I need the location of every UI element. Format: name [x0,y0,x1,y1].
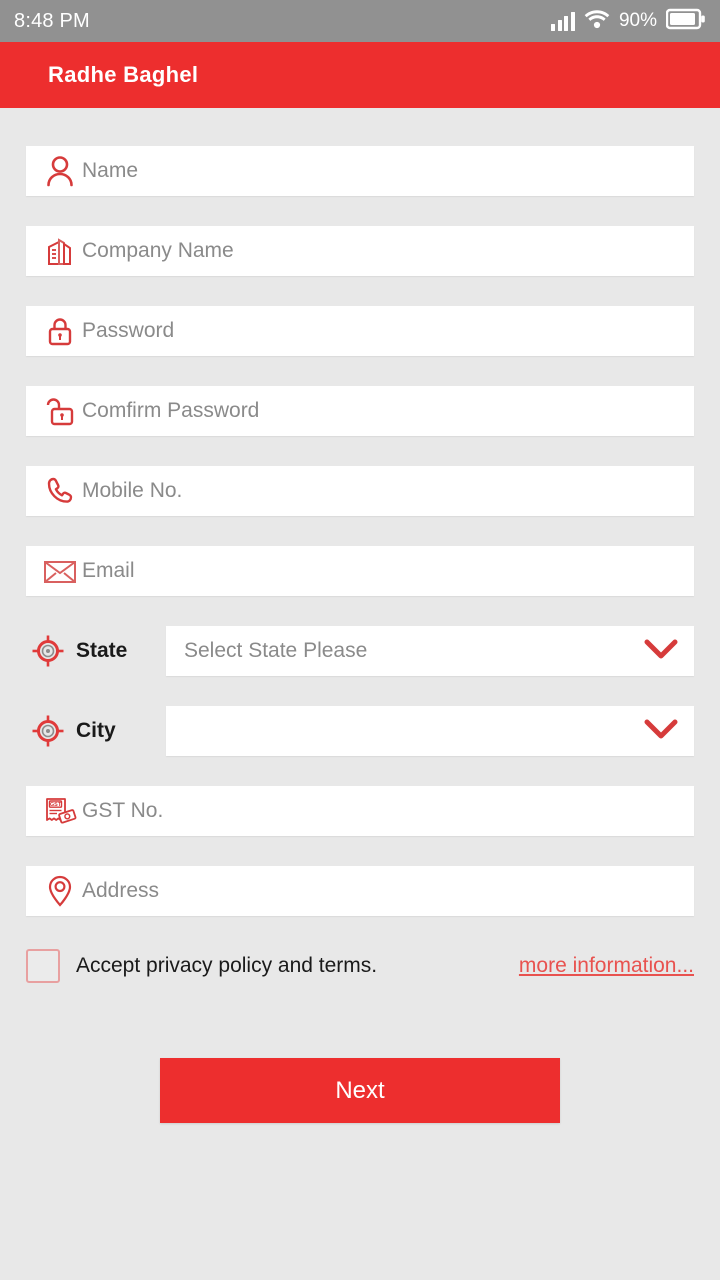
crosshair-icon [26,634,70,668]
map-pin-icon [40,874,80,908]
phone-icon [40,475,80,507]
building-icon [40,235,80,267]
company-name-field[interactable]: Company Name [26,226,694,276]
state-select[interactable]: Select State Please [166,626,694,676]
svg-text:GST: GST [50,802,62,808]
lock-open-icon [40,395,80,427]
envelope-icon [40,557,80,585]
battery-percent-label: 90% [618,10,657,31]
address-field-placeholder: Address [82,879,160,902]
status-bar-time: 8:48 PM [14,9,90,32]
more-information-link[interactable]: more information... [519,954,694,978]
person-icon [40,155,80,187]
mobile-number-field-placeholder: Mobile No. [82,479,183,502]
email-field[interactable]: Email [26,546,694,596]
crosshair-icon [26,714,70,748]
state-select-value: Select State Please [184,639,368,662]
accept-terms-label: Accept privacy policy and terms. [76,954,378,977]
name-field[interactable]: Name [26,146,694,196]
status-bar: 8:48 PM 90% [0,0,720,42]
mobile-number-field[interactable]: Mobile No. [26,466,694,516]
wifi-icon [584,9,610,34]
password-field[interactable]: Password [26,306,694,356]
gst-number-field-placeholder: GST No. [82,799,164,822]
next-button[interactable]: Next [160,1058,560,1123]
signal-bars-icon [551,11,575,31]
state-select-row: State Select State Please [26,626,694,676]
terms-row: Accept privacy policy and terms. more in… [26,946,694,986]
battery-icon [665,8,706,35]
city-select-row: City [26,706,694,756]
company-name-field-placeholder: Company Name [82,239,234,262]
email-field-placeholder: Email [82,559,135,582]
accept-terms-checkbox[interactable] [26,949,60,983]
confirm-password-field[interactable]: Comfirm Password [26,386,694,436]
state-label: State [76,639,128,662]
confirm-password-field-placeholder: Comfirm Password [82,399,260,422]
address-field[interactable]: Address [26,866,694,916]
status-bar-indicators: 90% [551,8,706,35]
chevron-down-icon[interactable] [644,638,678,665]
city-label: City [76,719,116,742]
name-field-placeholder: Name [82,159,139,182]
lock-closed-icon [40,315,80,347]
chevron-down-icon[interactable] [644,718,678,745]
registration-form: Name Company Name Password Comfirm Passw… [0,108,720,1123]
gst-number-field[interactable]: GST GST No. [26,786,694,836]
next-button-label: Next [335,1076,385,1104]
password-field-placeholder: Password [82,319,175,342]
submit-row: Next [26,1058,694,1123]
app-bar: Radhe Baghel [0,42,720,108]
app-bar-title: Radhe Baghel [48,62,199,87]
city-select[interactable] [166,706,694,756]
gst-receipt-icon: GST [40,795,80,827]
